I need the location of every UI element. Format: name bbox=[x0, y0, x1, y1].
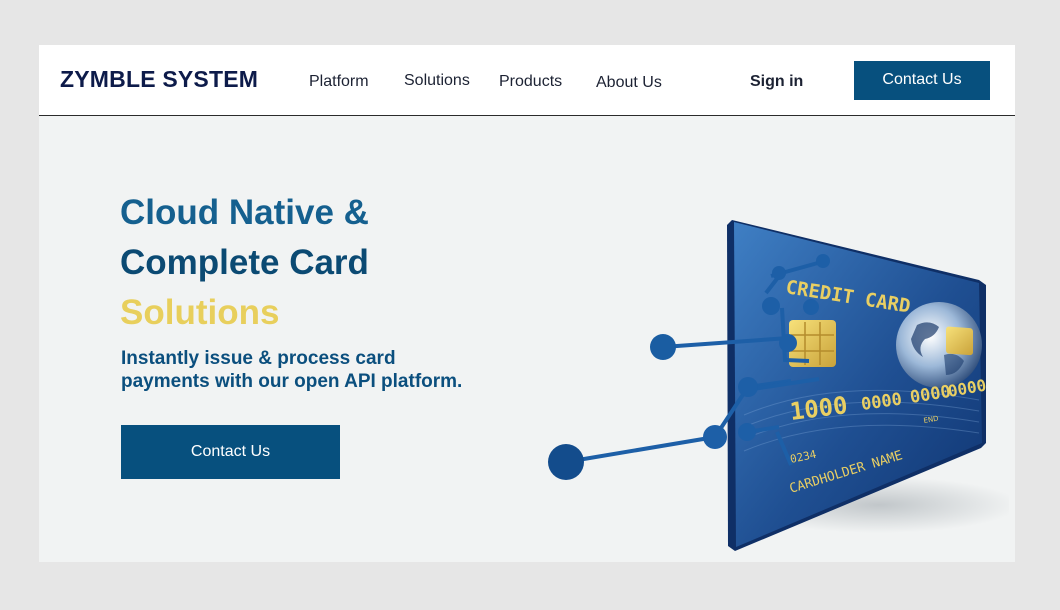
hero-title-highlight: Solutions bbox=[120, 293, 280, 332]
sign-in-link[interactable]: Sign in bbox=[750, 73, 803, 91]
hero-title-line-1: Cloud Native & bbox=[120, 193, 369, 232]
landing-page: ZYMBLE SYSTEM Platform Solutions Product… bbox=[39, 45, 1015, 562]
nav-link-products[interactable]: Products bbox=[499, 73, 562, 91]
credit-card-illustration: CREDIT CARD 1000 0000 0000 0000 END 0234… bbox=[548, 220, 1009, 551]
top-navigation-bar: ZYMBLE SYSTEM Platform Solutions Product… bbox=[39, 45, 1015, 116]
hero-subtitle: Instantly issue & process card payments … bbox=[121, 347, 501, 393]
hero-title-line-2: Complete Card bbox=[120, 243, 369, 282]
hero-contact-us-button[interactable]: Contact Us bbox=[121, 425, 340, 479]
header-contact-us-button[interactable]: Contact Us bbox=[854, 61, 990, 100]
hero-subtitle-line-1: Instantly issue & process card bbox=[121, 348, 396, 369]
nav-link-about-us[interactable]: About Us bbox=[596, 74, 662, 92]
hero-subtitle-line-2: payments with our open API platform. bbox=[121, 371, 463, 392]
contactless-chip-icon bbox=[946, 326, 973, 356]
nav-link-solutions[interactable]: Solutions bbox=[404, 72, 470, 90]
hero-title: Cloud Native & Complete Card Solutions bbox=[120, 188, 369, 338]
brand-logo[interactable]: ZYMBLE SYSTEM bbox=[60, 66, 258, 93]
nav-link-platform[interactable]: Platform bbox=[309, 73, 369, 91]
